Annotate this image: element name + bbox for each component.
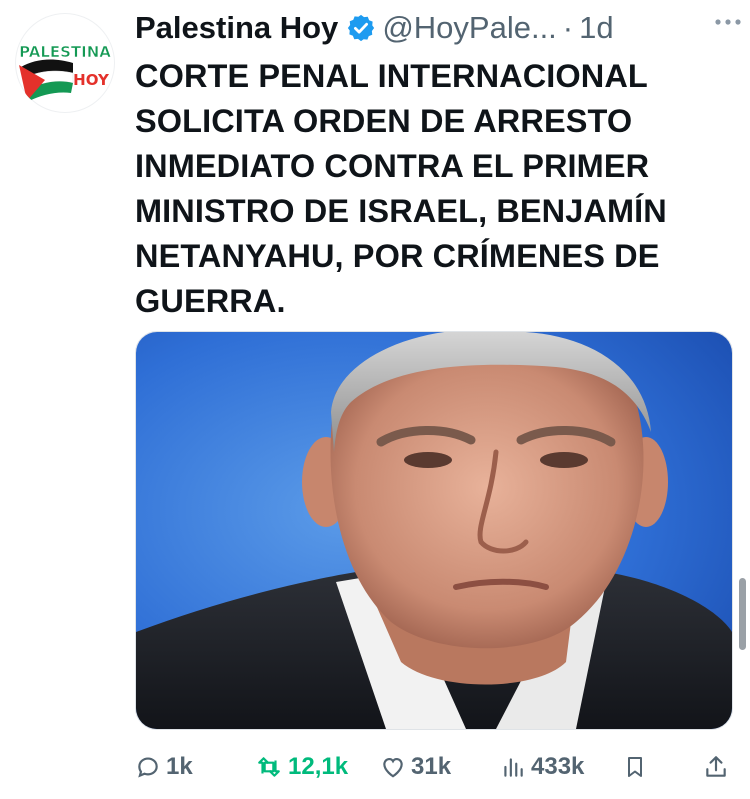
- like-count: 31k: [411, 753, 452, 780]
- like-button[interactable]: 31k: [380, 748, 451, 786]
- reply-button[interactable]: 1k: [135, 748, 193, 786]
- palestina-hoy-logo: PALESTINA HOY: [19, 43, 112, 101]
- reply-count: 1k: [166, 753, 193, 780]
- avatar-logo-text-bottom: HOY: [73, 71, 110, 89]
- more-options-icon[interactable]: [708, 4, 748, 40]
- header-separator: ·: [562, 10, 574, 45]
- reply-icon: [138, 757, 158, 778]
- bookmark-button[interactable]: [623, 748, 652, 786]
- views-button[interactable]: 433k: [500, 748, 584, 786]
- heart-icon: [383, 758, 403, 778]
- retweet-icon: [258, 757, 280, 777]
- author-name[interactable]: Palestina Hoy: [135, 10, 338, 46]
- share-button[interactable]: [703, 748, 734, 786]
- author-avatar[interactable]: PALESTINA HOY: [15, 13, 115, 113]
- tweet-media-photo[interactable]: [135, 331, 733, 730]
- retweet-count: 12,1k: [288, 753, 349, 780]
- tweet-timestamp[interactable]: 1d: [579, 10, 613, 46]
- avatar-logo-text-top: PALESTINA: [19, 43, 111, 61]
- tweet-card[interactable]: PALESTINA HOY Palestina Hoy @HoyPale... …: [0, 0, 750, 799]
- views-chart-icon: [504, 758, 523, 777]
- author-handle[interactable]: @HoyPale...: [382, 10, 556, 46]
- portrait-photo: [136, 332, 732, 729]
- tweet-text: CORTE PENAL INTERNACIONAL SOLICITA ORDEN…: [135, 58, 667, 319]
- verified-badge-icon: [346, 13, 376, 43]
- tweet-header: Palestina Hoy @HoyPale... · 1d: [135, 6, 730, 50]
- share-icon: [706, 756, 726, 777]
- views-count: 433k: [531, 753, 585, 780]
- retweet-button[interactable]: 12,1k: [255, 748, 348, 786]
- scrollbar-thumb[interactable]: [739, 578, 746, 650]
- tweet-action-bar: 1k 12,1k 31k 433k: [135, 748, 735, 786]
- bookmark-icon: [628, 757, 642, 777]
